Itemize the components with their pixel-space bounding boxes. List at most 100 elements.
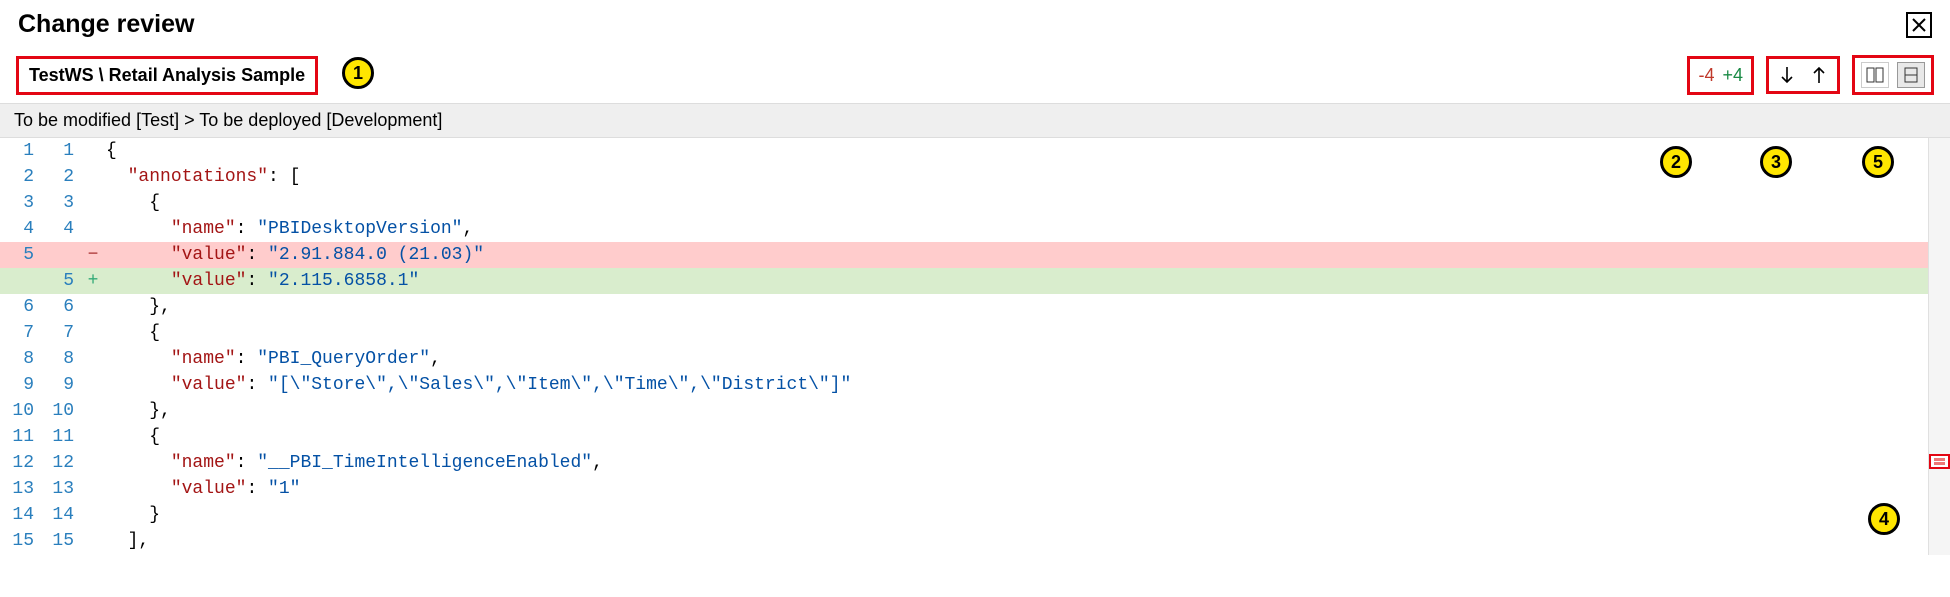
line-number-new: 13 (44, 476, 84, 502)
diff-marker (84, 164, 102, 190)
line-number-old: 6 (0, 294, 44, 320)
line-number-old: 1 (0, 138, 44, 164)
diff-marker (84, 372, 102, 398)
line-number-old: 5 (0, 242, 44, 268)
line-number-new: 10 (44, 398, 84, 424)
code-content: { (102, 320, 1928, 346)
page-title: Change review (18, 10, 194, 39)
line-number-new: 12 (44, 450, 84, 476)
diff-marker (84, 346, 102, 372)
callout-5: 5 (1862, 146, 1894, 178)
toolbar-right: -4 +4 (1687, 55, 1934, 95)
code-line[interactable]: 22 "annotations": [ (0, 164, 1928, 190)
diff-marker (84, 450, 102, 476)
line-number-old: 9 (0, 372, 44, 398)
line-number-old: 15 (0, 528, 44, 554)
code-content: { (102, 424, 1928, 450)
code-line[interactable]: 5+ "value": "2.115.6858.1" (0, 268, 1928, 294)
line-number-old: 14 (0, 502, 44, 528)
code-line[interactable]: 1111 { (0, 424, 1928, 450)
line-number-old: 13 (0, 476, 44, 502)
minimap[interactable] (1928, 138, 1950, 555)
line-number-new: 6 (44, 294, 84, 320)
code-line[interactable]: 99 "value": "[\"Store\",\"Sales\",\"Item… (0, 372, 1928, 398)
diff-marker (84, 528, 102, 554)
code-line[interactable]: 1212 "name": "__PBI_TimeIntelligenceEnab… (0, 450, 1928, 476)
code-content: "value": "2.115.6858.1" (102, 268, 1928, 294)
code-content: { (102, 138, 1928, 164)
side-by-side-view-button[interactable] (1861, 62, 1889, 88)
line-number-new: 3 (44, 190, 84, 216)
code-content: { (102, 190, 1928, 216)
code-pane[interactable]: 11{22 "annotations": [33 {44 "name": "PB… (0, 138, 1928, 555)
code-line[interactable]: 1313 "value": "1" (0, 476, 1928, 502)
line-number-old (0, 268, 44, 294)
line-number-new: 11 (44, 424, 84, 450)
code-line[interactable]: 1414 } (0, 502, 1928, 528)
callout-4: 4 (1868, 503, 1900, 535)
breadcrumb: TestWS \ Retail Analysis Sample (16, 56, 318, 95)
code-content: } (102, 502, 1928, 528)
code-line[interactable]: 44 "name": "PBIDesktopVersion", (0, 216, 1928, 242)
change-nav (1766, 56, 1840, 94)
minimap-change-marker[interactable] (1929, 454, 1950, 469)
comparison-label: To be modified [Test] > To be deployed [… (0, 103, 1950, 138)
arrow-up-icon (1811, 65, 1827, 85)
callout-3: 3 (1760, 146, 1792, 178)
code-content: "value": "2.91.884.0 (21.03)" (102, 242, 1928, 268)
arrow-down-icon (1779, 65, 1795, 85)
close-button[interactable] (1906, 12, 1932, 38)
code-content: "value": "[\"Store\",\"Sales\",\"Item\",… (102, 372, 1928, 398)
callout-2: 2 (1660, 146, 1692, 178)
removed-count: -4 (1698, 65, 1714, 86)
line-number-new: 4 (44, 216, 84, 242)
inline-view-button[interactable] (1897, 62, 1925, 88)
line-number-new: 15 (44, 528, 84, 554)
diff-marker: − (84, 242, 102, 268)
code-line[interactable]: 66 }, (0, 294, 1928, 320)
line-number-new: 5 (44, 268, 84, 294)
line-number-new: 9 (44, 372, 84, 398)
line-number-new (44, 242, 84, 268)
code-content: ], (102, 528, 1928, 554)
code-line[interactable]: 1515 ], (0, 528, 1928, 554)
code-line[interactable]: 88 "name": "PBI_QueryOrder", (0, 346, 1928, 372)
code-content: "name": "PBIDesktopVersion", (102, 216, 1928, 242)
diff-marker (84, 138, 102, 164)
code-line[interactable]: 77 { (0, 320, 1928, 346)
line-number-new: 1 (44, 138, 84, 164)
code-line[interactable]: 5 − "value": "2.91.884.0 (21.03)" (0, 242, 1928, 268)
line-number-new: 2 (44, 164, 84, 190)
code-content: }, (102, 398, 1928, 424)
diff-marker (84, 216, 102, 242)
diff-marker (84, 190, 102, 216)
added-count: +4 (1722, 65, 1743, 86)
diff-marker (84, 424, 102, 450)
diff-marker (84, 476, 102, 502)
prev-change-button[interactable] (1807, 63, 1831, 87)
code-content: "name": "PBI_QueryOrder", (102, 346, 1928, 372)
line-number-old: 8 (0, 346, 44, 372)
line-number-old: 10 (0, 398, 44, 424)
line-number-new: 14 (44, 502, 84, 528)
line-number-old: 4 (0, 216, 44, 242)
code-line[interactable]: 11 { (0, 138, 1928, 164)
header: Change review (0, 0, 1950, 47)
inline-icon (1904, 67, 1918, 83)
line-number-old: 7 (0, 320, 44, 346)
diff-marker (84, 502, 102, 528)
diff-marker: + (84, 268, 102, 294)
code-content: "annotations": [ (102, 164, 1928, 190)
code-content: }, (102, 294, 1928, 320)
line-number-old: 3 (0, 190, 44, 216)
code-line[interactable]: 33 { (0, 190, 1928, 216)
line-number-old: 11 (0, 424, 44, 450)
code-line[interactable]: 1010 }, (0, 398, 1928, 424)
toolbar: TestWS \ Retail Analysis Sample -4 +4 (0, 47, 1950, 103)
line-number-new: 7 (44, 320, 84, 346)
view-toggle-group (1852, 55, 1934, 95)
next-change-button[interactable] (1775, 63, 1799, 87)
line-number-old: 2 (0, 164, 44, 190)
code-content: "value": "1" (102, 476, 1928, 502)
diff-marker (84, 294, 102, 320)
